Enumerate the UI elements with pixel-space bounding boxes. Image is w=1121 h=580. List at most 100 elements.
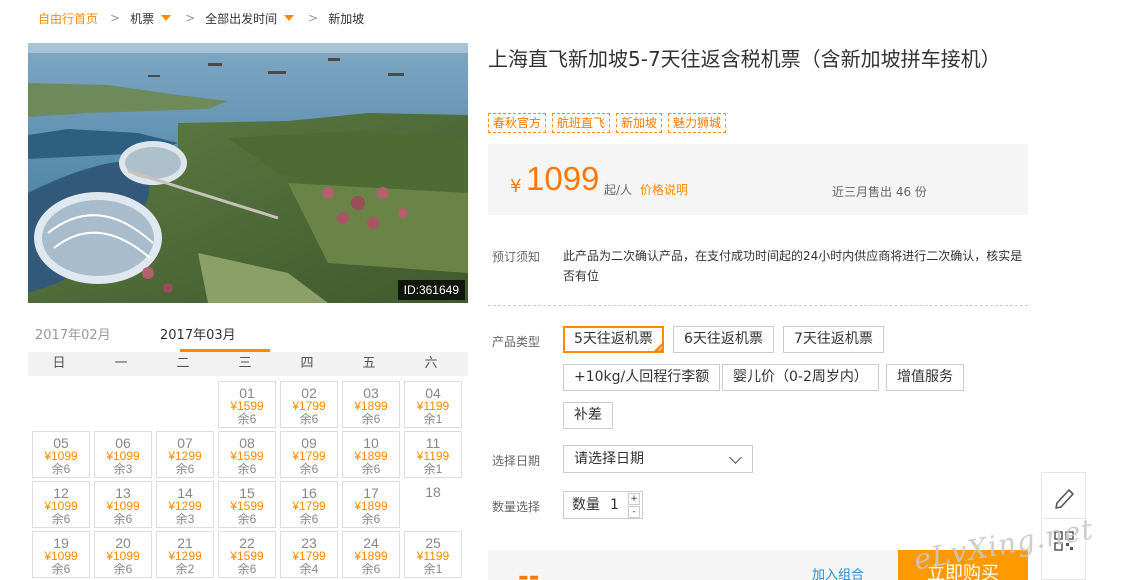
price-box: ¥ 1099 起/人 价格说明 近三月售出 46 份 [488, 144, 1028, 215]
seats-left: 余2 [175, 562, 195, 576]
seats-left: 余6 [299, 412, 319, 426]
calendar-day-cell[interactable]: 16 ¥1799 余6 [280, 481, 338, 528]
photo-id-label: ID:361649 [397, 280, 465, 300]
day-number: 23 [301, 535, 317, 551]
calendar-day-cell: 18 [404, 481, 462, 528]
calendar-day-cell[interactable]: 11 ¥1199 余1 [404, 431, 462, 478]
seats-left: 余3 [113, 462, 133, 476]
option-infant-price[interactable]: 婴儿价（0-2周岁内） [722, 364, 879, 391]
weekday-label: 四 [300, 356, 314, 371]
seats-left: 余6 [237, 512, 257, 526]
tag-badge: 魅力狮城 [668, 113, 727, 133]
breadcrumb-separator: > [308, 11, 319, 25]
quantity-text: 数量 [572, 497, 600, 513]
quantity-value[interactable]: 1 [610, 492, 619, 518]
seats-left: 余6 [51, 512, 71, 526]
edit-feedback-button[interactable] [1042, 473, 1087, 519]
calendar-day-cell[interactable]: 23 ¥1799 余4 [280, 531, 338, 578]
seats-left: 余6 [113, 512, 133, 526]
day-number: 07 [177, 435, 193, 451]
calendar-grid: 01 ¥1599 余6 02 ¥1799 余6 03 ¥1899 余6 04 ¥1199 余1 05 ¥1… [28, 376, 468, 580]
calendar-day-cell[interactable]: 01 ¥1599 余6 [218, 381, 276, 428]
calendar-day-cell[interactable]: 09 ¥1799 余6 [280, 431, 338, 478]
price-unit: 起/人 [604, 183, 633, 197]
tag-badge: 新加坡 [616, 113, 663, 133]
option-extra-baggage[interactable]: +10kg/人回程行李额 [563, 364, 721, 391]
calendar-day-cell[interactable]: 24 ¥1899 余6 [342, 531, 400, 578]
calendar-day-cell[interactable]: 05 ¥1099 余6 [32, 431, 90, 478]
day-number: 05 [53, 435, 69, 451]
calendar-day-cell[interactable]: 25 ¥1199 余1 [404, 531, 462, 578]
day-number: 19 [53, 535, 69, 551]
day-number: 14 [177, 485, 193, 501]
calendar-day-cell[interactable]: 04 ¥1199 余1 [404, 381, 462, 428]
date-select-value: 请选择日期 [574, 451, 644, 467]
date-select[interactable]: 请选择日期 [563, 445, 753, 473]
tag-badge: 航班直飞 [552, 113, 611, 133]
day-number: 04 [425, 385, 441, 401]
seats-left: 余6 [175, 462, 195, 476]
seats-left: 余1 [423, 412, 443, 426]
caret-down-icon [284, 15, 295, 21]
day-number: 06 [115, 435, 131, 451]
singapore-aerial-image [28, 43, 468, 303]
weekday-label: 一 [114, 356, 128, 371]
day-number: 21 [177, 535, 193, 551]
option-6-day-round-trip[interactable]: 6天往返机票 [673, 326, 774, 353]
calendar-day-cell[interactable]: 03 ¥1899 余6 [342, 381, 400, 428]
breadcrumb-item-departure-time[interactable]: 全部出发时间 [205, 10, 296, 27]
seats-left: 余6 [361, 462, 381, 476]
starting-price: 1099 [526, 160, 600, 197]
calendar-day-cell[interactable]: 02 ¥1799 余6 [280, 381, 338, 428]
day-number: 03 [363, 385, 379, 401]
decrement-button[interactable]: - [628, 506, 640, 518]
calendar-day-cell[interactable]: 07 ¥1299 余6 [156, 431, 214, 478]
breadcrumb: 自由行首页 > 机票 > 全部出发时间 > 新加坡 [38, 10, 364, 26]
option-5-day-round-trip[interactable]: 5天往返机票 [563, 326, 664, 353]
price-explanation-link[interactable]: 价格说明 [640, 181, 688, 198]
seats-left: 余3 [175, 512, 195, 526]
total-price: -- [518, 562, 540, 580]
calendar-day-cell[interactable]: 22 ¥1599 余6 [218, 531, 276, 578]
quantity-stepper[interactable]: 数量 1 + - [563, 491, 643, 519]
tab-month-february[interactable]: 2017年02月 [35, 324, 111, 343]
calendar-day-cell[interactable]: 19 ¥1099 余6 [32, 531, 90, 578]
calendar-day-cell[interactable]: 12 ¥1099 余6 [32, 481, 90, 528]
increment-button[interactable]: + [628, 493, 640, 505]
day-number: 16 [301, 485, 317, 501]
breadcrumb-item-label: 全部出发时间 [205, 11, 278, 26]
calendar-day-cell[interactable]: 20 ¥1099 余6 [94, 531, 152, 578]
currency-symbol: ¥ [510, 176, 522, 197]
option-label: 5天往返机票 [574, 331, 653, 347]
chevron-down-icon [729, 451, 742, 464]
day-number: 10 [363, 435, 379, 451]
day-number: 25 [425, 535, 441, 551]
option-7-day-round-trip[interactable]: 7天往返机票 [783, 326, 884, 353]
calendar-day-cell[interactable]: 13 ¥1099 余6 [94, 481, 152, 528]
breadcrumb-item-label: 机票 [130, 11, 155, 26]
sales-count: 近三月售出 46 份 [832, 185, 927, 199]
day-number: 11 [425, 435, 441, 451]
day-number: 12 [53, 485, 69, 501]
price-calendar: 日 一 二 三 四 五 六 01 ¥1599 余6 02 ¥1799 余6 03 ¥1899 余… [28, 352, 468, 580]
weekday-label: 六 [424, 356, 438, 371]
breadcrumb-home-link[interactable]: 自由行首页 [38, 10, 98, 27]
add-to-combo-link[interactable]: 加入组合 [812, 564, 864, 580]
breadcrumb-item-flights[interactable]: 机票 [130, 10, 173, 27]
product-type-label: 产品类型 [492, 335, 541, 349]
day-number: 13 [115, 485, 131, 501]
weekday-label: 三 [238, 356, 252, 371]
option-value-added-service[interactable]: 增值服务 [886, 364, 964, 391]
calendar-day-cell[interactable]: 06 ¥1099 余3 [94, 431, 152, 478]
day-number: 18 [425, 484, 441, 500]
option-price-difference[interactable]: 补差 [563, 402, 613, 429]
calendar-day-cell[interactable]: 15 ¥1599 余6 [218, 481, 276, 528]
calendar-day-cell[interactable]: 17 ¥1899 余6 [342, 481, 400, 528]
calendar-day-cell[interactable]: 10 ¥1899 余6 [342, 431, 400, 478]
tag-badge: 春秋官方 [488, 113, 547, 133]
tab-month-march[interactable]: 2017年03月 [160, 324, 236, 343]
calendar-day-cell[interactable]: 21 ¥1299 余2 [156, 531, 214, 578]
calendar-day-cell[interactable]: 08 ¥1599 余6 [218, 431, 276, 478]
day-number: 08 [239, 435, 255, 451]
calendar-day-cell[interactable]: 14 ¥1299 余3 [156, 481, 214, 528]
